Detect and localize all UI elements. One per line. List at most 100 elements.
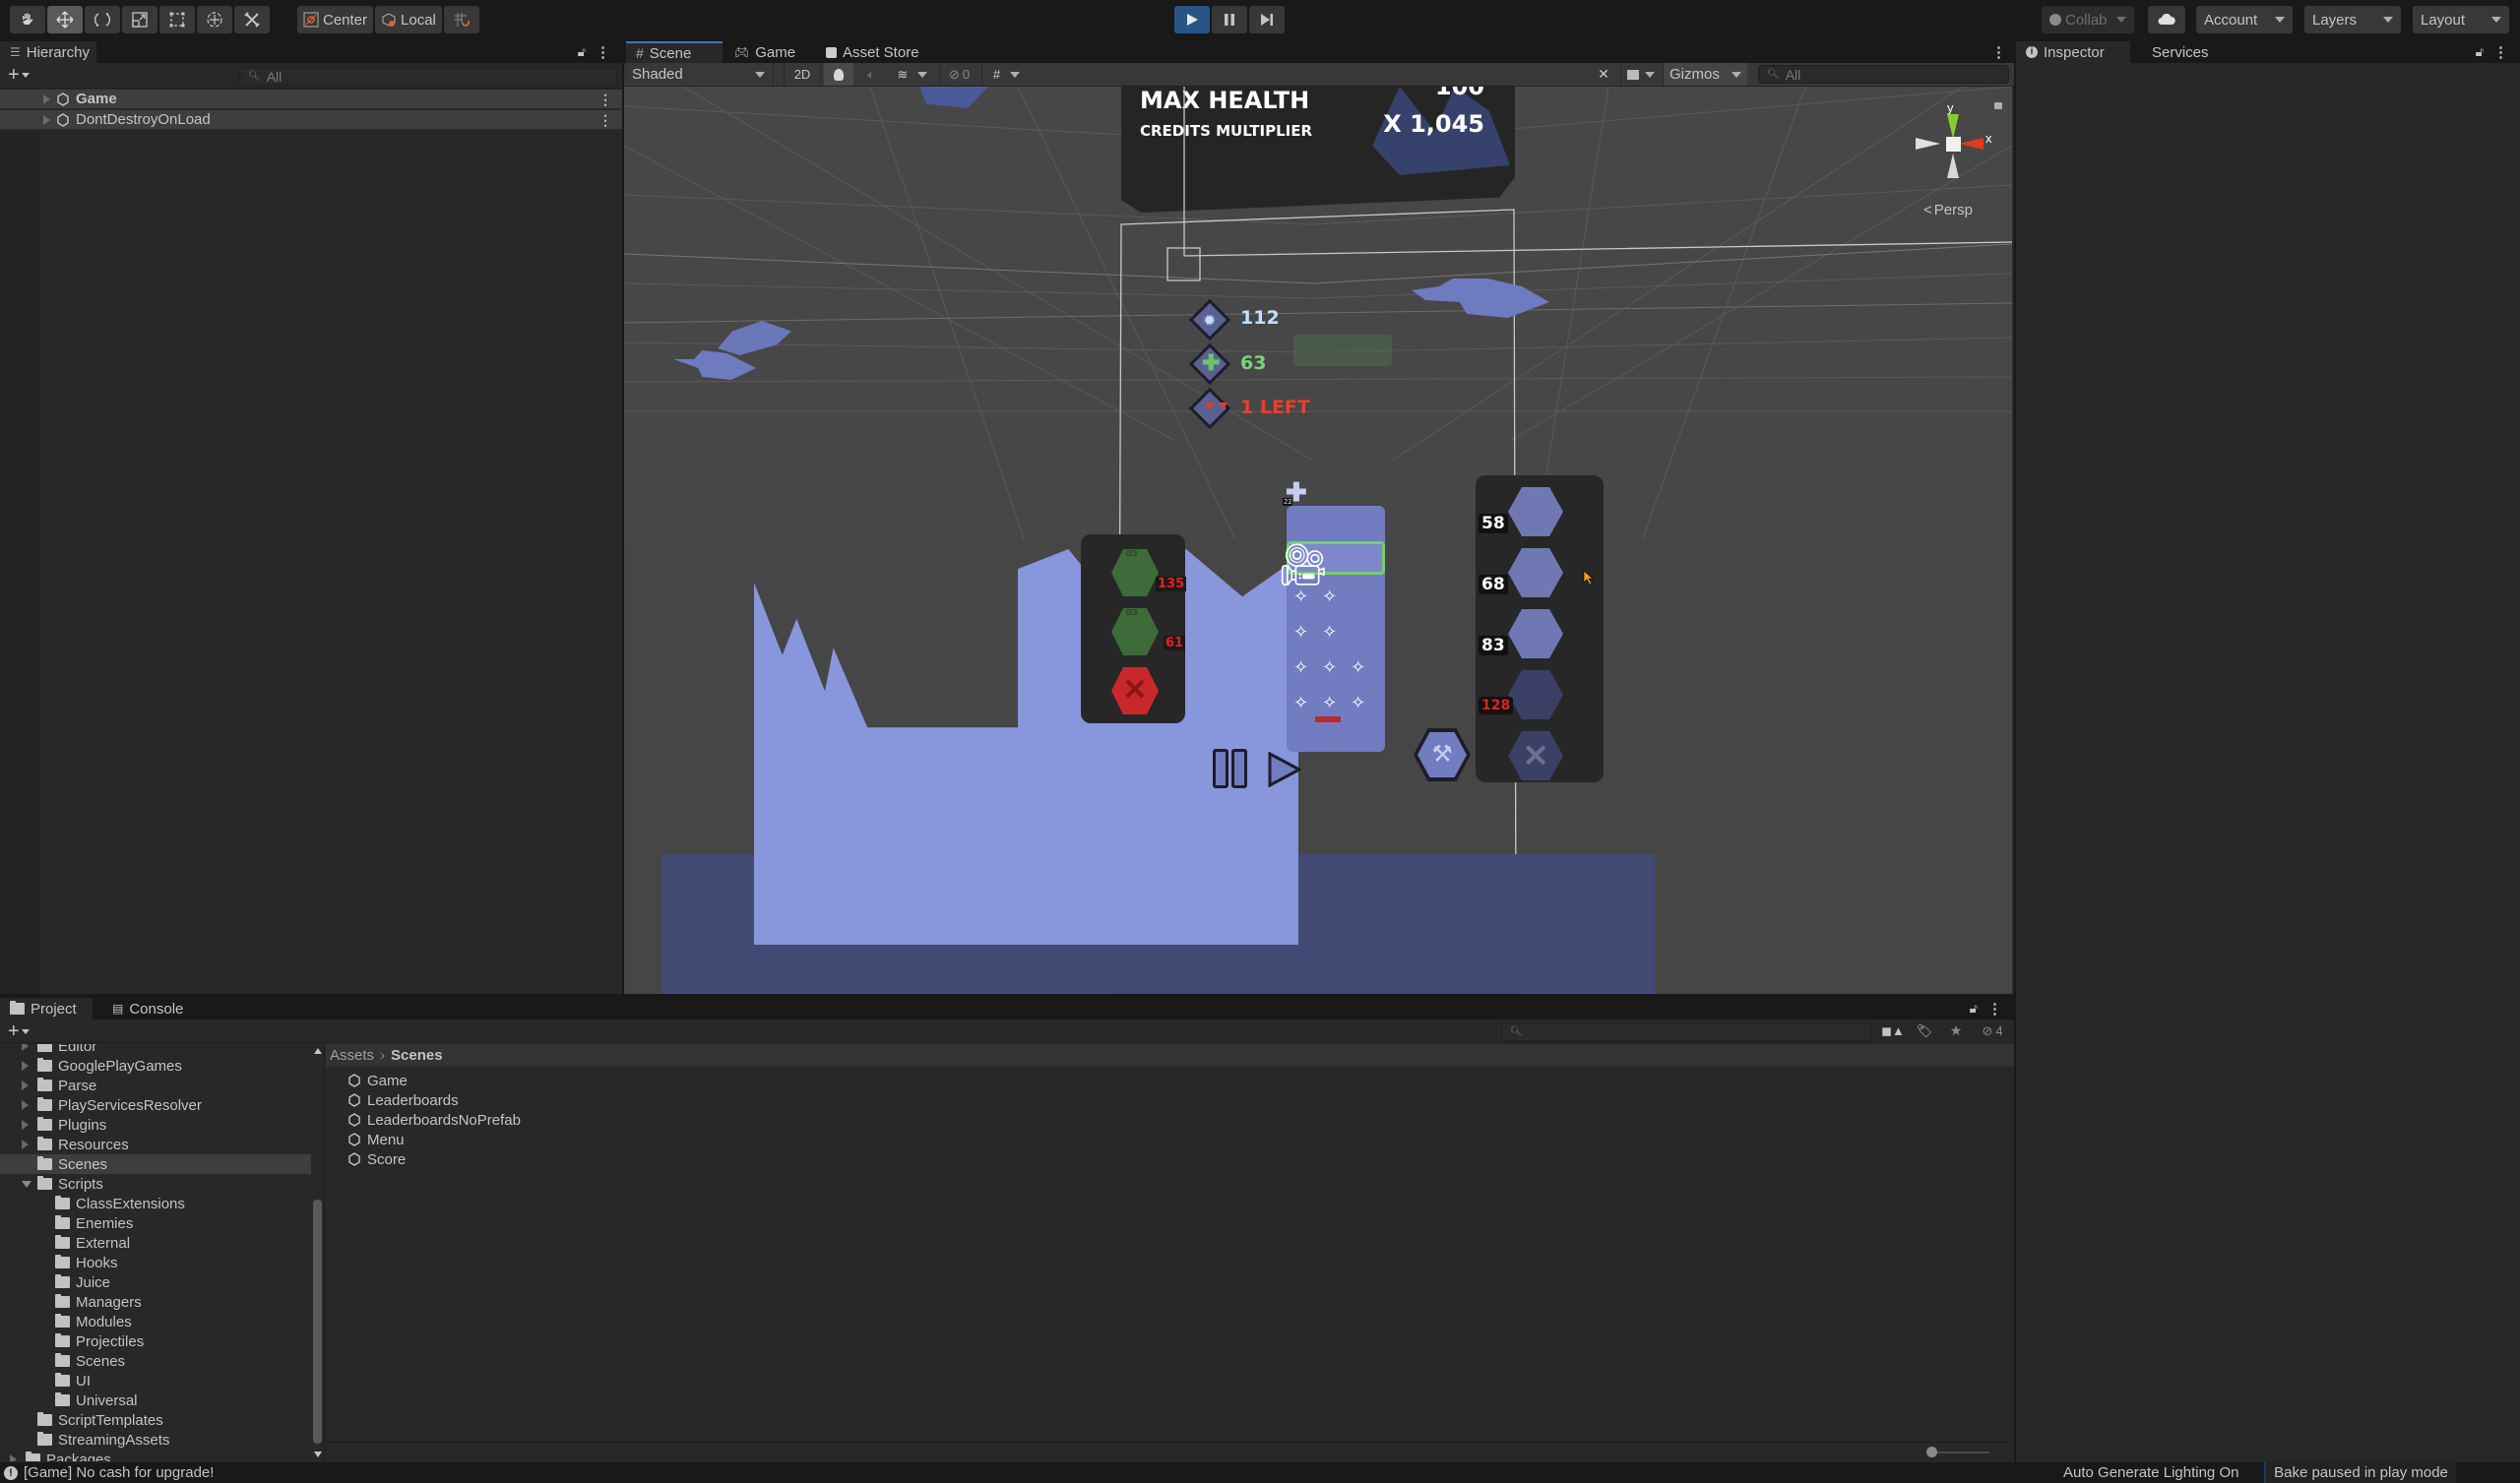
folder-tree-item[interactable]: Editor (0, 1044, 311, 1056)
folder-tree-item[interactable]: Hooks (0, 1253, 311, 1272)
scene-file-item[interactable]: LeaderboardsNoPrefab (326, 1110, 2014, 1130)
collapse-arrow-icon[interactable] (22, 1180, 33, 1188)
scene-file-item[interactable]: Leaderboards (326, 1090, 2014, 1110)
scene-visibility-toggle[interactable]: ⊘ 0 (939, 63, 978, 86)
breadcrumb-scenes[interactable]: Scenes (391, 1047, 443, 1064)
tab-game[interactable]: 🎮︎ Game (724, 41, 805, 63)
expand-arrow-icon[interactable] (22, 1140, 33, 1149)
account-dropdown[interactable]: Account (2196, 6, 2293, 33)
grid-dropdown[interactable]: # (981, 63, 1031, 86)
transform-tool-button[interactable] (197, 6, 232, 33)
tab-hierarchy[interactable]: ☰ Hierarchy (0, 41, 96, 63)
rect-tool-button[interactable] (159, 6, 195, 33)
icon-size-slider-thumb[interactable] (1926, 1447, 1937, 1457)
2d-toggle[interactable]: 2D (784, 63, 821, 86)
folder-tree-item[interactable]: StreamingAssets (0, 1430, 311, 1450)
folder-tree-item[interactable]: Scenes (0, 1154, 311, 1174)
tab-asset-store[interactable]: Asset Store (816, 41, 929, 63)
neg-x-axis-cone[interactable] (1916, 138, 1940, 150)
favorites-button[interactable]: ★ (1941, 1020, 1971, 1042)
scene-search-input[interactable]: 🔍︎ All (1758, 65, 2009, 84)
scene-file-item[interactable]: Menu (326, 1130, 2014, 1149)
lock-icon[interactable]: 🔓︎ (1970, 1001, 1978, 1017)
scene-file-item[interactable]: Game (326, 1071, 2014, 1090)
folder-tree-item[interactable]: Modules (0, 1312, 311, 1331)
persp-toggle[interactable]: < Persp (1923, 202, 1973, 218)
folder-tree-item[interactable]: Enemies (0, 1213, 311, 1233)
tree-scrollbar-thumb[interactable] (313, 1200, 322, 1444)
folder-tree-item[interactable]: Parse (0, 1076, 311, 1095)
folder-tree-item[interactable]: ScriptTemplates (0, 1410, 311, 1430)
folder-tree-item[interactable]: Juice (0, 1272, 311, 1292)
expand-arrow-icon[interactable] (43, 93, 50, 104)
kebab-menu-icon[interactable]: ⋮ (1991, 43, 2006, 61)
kebab-menu-icon[interactable]: ⋮ (1987, 1000, 2002, 1018)
kebab-menu-icon[interactable]: ⋮ (598, 113, 612, 127)
custom-tool-button[interactable] (234, 6, 270, 33)
collab-dropdown[interactable]: Collab (2042, 6, 2134, 33)
move-tool-button[interactable] (47, 6, 83, 33)
folder-tree-item[interactable]: Projectiles (0, 1331, 311, 1351)
expand-arrow-icon[interactable] (22, 1061, 33, 1071)
pivot-mode-toggle[interactable]: Center (297, 6, 374, 33)
game-play-button[interactable] (1268, 752, 1301, 787)
breadcrumb-assets[interactable]: Assets (330, 1047, 374, 1064)
effects-dropdown[interactable]: ≋ (888, 63, 937, 86)
tools-button[interactable]: ✕ (1589, 63, 1618, 86)
expand-arrow-icon[interactable] (22, 1120, 33, 1130)
y-axis-cone[interactable] (1947, 114, 1959, 139)
layout-dropdown[interactable]: Layout (2413, 6, 2509, 33)
project-search-input[interactable]: 🔍︎ (1501, 1022, 1871, 1041)
folder-tree-item[interactable]: External (0, 1233, 311, 1253)
folder-tree-item[interactable]: Plugins (0, 1115, 311, 1135)
hierarchy-search-input[interactable]: 🔍︎ All (239, 67, 617, 86)
rotate-tool-button[interactable] (85, 6, 120, 33)
expand-arrow-icon[interactable] (10, 1454, 22, 1461)
scroll-down-icon[interactable] (314, 1452, 322, 1457)
icon-size-slider-track[interactable] (1930, 1452, 1989, 1453)
folder-tree-item[interactable]: Managers (0, 1292, 311, 1312)
draw-mode-dropdown[interactable]: Shaded (624, 63, 774, 86)
bake-status[interactable]: Bake paused in play mode (2264, 1462, 2456, 1483)
expand-arrow-icon[interactable] (22, 1081, 33, 1090)
expand-arrow-icon[interactable] (22, 1044, 33, 1051)
neg-y-axis-cone[interactable] (1947, 154, 1959, 178)
console-status-message[interactable]: ! [Game] No cash for upgrade! (4, 1464, 214, 1481)
scene-viewport[interactable]: MAX HEALTH CREDITS MULTIPLIER 100 X 1,04… (624, 87, 2012, 994)
pivot-rotation-toggle[interactable]: Local (375, 6, 442, 33)
hidden-packages-toggle[interactable]: ⊘ 4 (1973, 1020, 2012, 1042)
gizmos-dropdown[interactable]: Gizmos (1663, 63, 1747, 86)
folder-tree-item[interactable]: Scenes (0, 1351, 311, 1371)
folder-tree-item[interactable]: ClassExtensions (0, 1194, 311, 1213)
expand-arrow-icon[interactable] (43, 114, 50, 125)
tab-console[interactable]: ▤ Console (102, 998, 193, 1020)
orientation-gizmo[interactable]: y x < Persp (1904, 87, 2012, 234)
gizmo-center-cube[interactable] (1946, 137, 1961, 152)
x-axis-cone[interactable] (1959, 138, 1984, 150)
kebab-menu-icon[interactable]: ⋮ (596, 43, 610, 61)
folder-tree-item[interactable]: Universal (0, 1390, 311, 1410)
step-button[interactable] (1249, 6, 1285, 33)
play-button[interactable] (1174, 6, 1210, 33)
create-button[interactable]: + (8, 65, 30, 85)
scale-tool-button[interactable] (122, 6, 158, 33)
filter-by-type-button[interactable]: ◼︎▲ (1878, 1020, 1908, 1042)
game-pause-button[interactable] (1213, 749, 1228, 788)
audio-toggle[interactable]: 🔈︎ (856, 63, 886, 86)
auto-lighting-status[interactable]: Auto Generate Lighting On (2063, 1464, 2238, 1481)
lock-icon[interactable]: 🔓︎ (578, 44, 586, 60)
tab-inspector[interactable]: i Inspector (2016, 41, 2130, 63)
create-asset-button[interactable]: + (8, 1021, 30, 1041)
scene-file-item[interactable]: Score (326, 1149, 2014, 1169)
cloud-button[interactable] (2148, 6, 2185, 33)
kebab-menu-icon[interactable]: ⋮ (2493, 43, 2508, 61)
camera-dropdown[interactable] (1620, 63, 1660, 86)
lock-icon[interactable] (1994, 102, 2002, 109)
tab-services[interactable]: Services (2142, 41, 2219, 63)
tab-scene[interactable]: # Scene (626, 41, 723, 63)
layers-dropdown[interactable]: Layers (2304, 6, 2401, 33)
folder-tree-item[interactable]: Scripts (0, 1174, 311, 1194)
lock-icon[interactable]: 🔓︎ (2476, 44, 2484, 60)
scroll-up-icon[interactable] (314, 1048, 322, 1054)
hierarchy-item-game[interactable]: Game ⋮ (0, 90, 622, 109)
